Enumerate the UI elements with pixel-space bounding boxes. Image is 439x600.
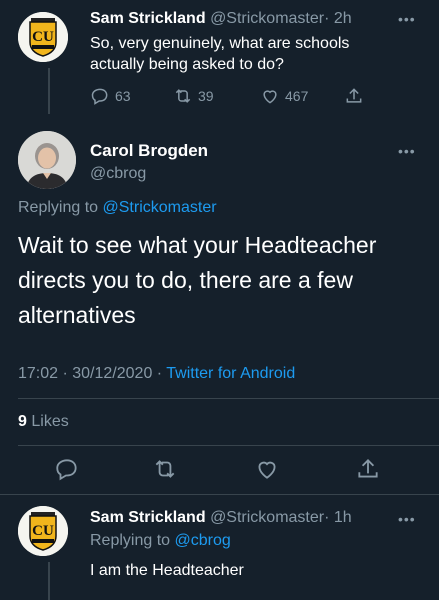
divider xyxy=(18,398,439,399)
retweet-button[interactable] xyxy=(152,456,178,487)
like-count: 467 xyxy=(285,88,309,104)
avatar-carol[interactable] xyxy=(18,131,76,189)
share-button[interactable] xyxy=(344,86,364,106)
avatar-sam[interactable]: CU xyxy=(18,506,68,556)
reply-icon xyxy=(56,459,77,481)
tweet-time: · 1h xyxy=(324,509,352,526)
author-handle[interactable]: @cbrog xyxy=(90,165,208,183)
tweet-time: · 2h xyxy=(324,10,352,27)
reply-icon xyxy=(91,88,108,105)
thread-line xyxy=(48,68,50,114)
retweet-button[interactable]: 39 xyxy=(173,86,214,106)
share-icon xyxy=(358,459,378,478)
author-name[interactable]: Sam Strickland xyxy=(90,509,206,526)
share-button[interactable] xyxy=(355,456,381,487)
retweet-icon xyxy=(155,460,175,478)
heart-icon xyxy=(258,461,276,479)
more-options-icon[interactable]: ••• xyxy=(398,512,416,526)
tweet-text: So, very genuinely, what are schools act… xyxy=(90,35,350,73)
club-crest-icon: CU xyxy=(18,12,68,62)
likes-label: Likes xyxy=(31,413,69,430)
reply-button[interactable] xyxy=(54,456,80,487)
tweet-text: Wait to see what your Headteacher direct… xyxy=(18,232,377,328)
retweet-count: 39 xyxy=(198,88,214,104)
crest-lettering: CU xyxy=(32,29,54,45)
author-handle[interactable]: @Strickomaster xyxy=(210,10,324,27)
author-name[interactable]: Carol Brogden xyxy=(90,141,208,161)
reply-count: 63 xyxy=(115,88,131,104)
author-name[interactable]: Sam Strickland xyxy=(90,10,206,27)
profile-photo-icon xyxy=(18,131,76,189)
replying-to-handle[interactable]: @cbrog xyxy=(175,532,231,549)
tweet-text: I am the Headteacher xyxy=(90,562,244,579)
author-handle[interactable]: @Strickomaster xyxy=(210,509,324,526)
tweet-source-link[interactable]: Twitter for Android xyxy=(166,365,295,382)
replying-to-label: Replying to xyxy=(18,199,99,216)
likes-summary[interactable]: 9 Likes xyxy=(18,413,69,431)
club-crest-icon: CU xyxy=(18,506,68,556)
reply-button[interactable]: 63 xyxy=(90,86,131,106)
heart-icon xyxy=(263,90,277,104)
divider xyxy=(18,445,439,446)
thread-line xyxy=(48,562,50,600)
tweet-timestamp: 17:02 · 30/12/2020 · xyxy=(18,365,163,382)
crest-lettering: CU xyxy=(32,523,54,539)
likes-count: 9 xyxy=(18,413,27,430)
retweet-icon xyxy=(175,89,191,103)
share-icon xyxy=(346,88,362,103)
divider xyxy=(0,494,439,495)
replying-to-handle[interactable]: @Strickomaster xyxy=(103,199,217,216)
like-button[interactable] xyxy=(254,456,280,487)
more-options-icon[interactable]: ••• xyxy=(398,12,416,26)
more-options-icon[interactable]: ••• xyxy=(398,144,416,158)
like-button[interactable]: 467 xyxy=(260,86,308,106)
replying-to-label: Replying to xyxy=(90,532,171,549)
avatar-sam[interactable]: CU xyxy=(18,12,68,62)
